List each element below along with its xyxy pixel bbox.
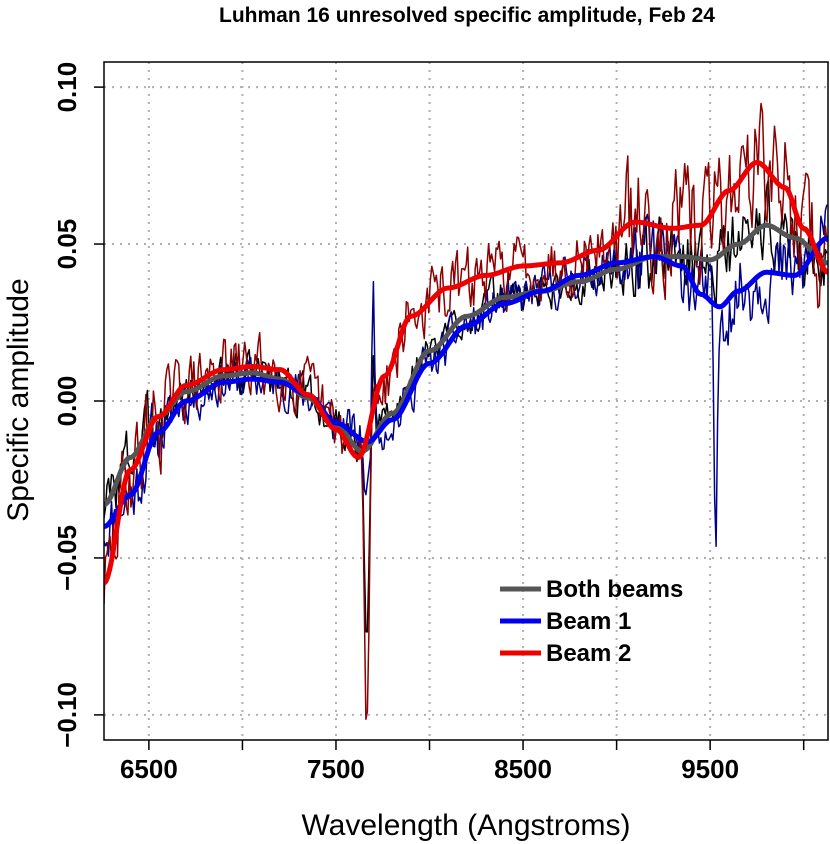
- x-axis-label: Wavelength (Angstroms): [301, 809, 630, 842]
- noisy-series-group: [104, 102, 828, 720]
- y-tick-label: 0.00: [52, 376, 82, 427]
- x-tick-label: 9500: [681, 754, 739, 784]
- x-axis: 6500 7500 8500 9500: [120, 740, 805, 784]
- smooth-series-line: [104, 159, 828, 586]
- legend-label: Beam 2: [546, 640, 631, 667]
- chart-title: Luhman 16 unresolved specific amplitude,…: [219, 4, 715, 27]
- legend-label: Both beams: [546, 576, 683, 603]
- chart: Luhman 16 unresolved specific amplitude,…: [2, 4, 829, 842]
- smooth-series-group: [104, 159, 828, 586]
- legend: Both beams Beam 1 Beam 2: [500, 576, 683, 667]
- x-tick-label: 7500: [307, 754, 365, 784]
- x-tick-label: 6500: [120, 754, 178, 784]
- y-tick-label: −0.05: [52, 525, 82, 591]
- legend-label: Beam 1: [546, 608, 631, 635]
- y-tick-label: −0.10: [52, 682, 82, 748]
- y-axis-label: Specific amplitude: [2, 278, 35, 521]
- y-axis: −0.10 −0.05 0.00 0.05 0.10: [52, 62, 104, 748]
- x-tick-label: 8500: [494, 754, 552, 784]
- y-tick-label: 0.10: [52, 62, 82, 113]
- y-tick-label: 0.05: [52, 219, 82, 270]
